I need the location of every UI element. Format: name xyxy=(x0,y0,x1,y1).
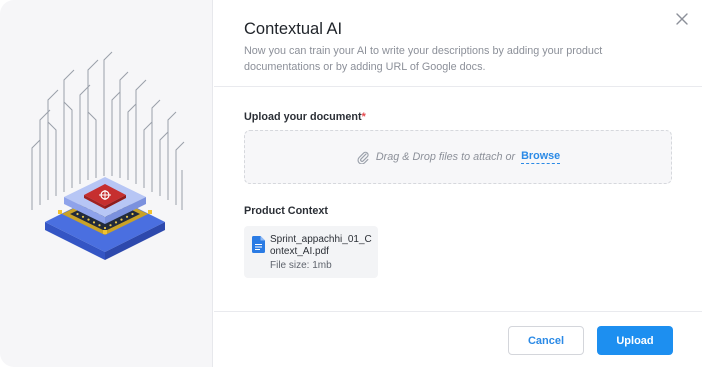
product-context-label: Product Context xyxy=(244,205,328,217)
dialog-title: Contextual AI xyxy=(244,20,343,38)
document-icon xyxy=(252,236,265,253)
file-dropzone[interactable]: Drag & Drop files to attach or Browse xyxy=(244,130,672,184)
dialog-content: Contextual AI Now you can train your AI … xyxy=(214,0,702,367)
illustration-panel xyxy=(0,0,213,367)
file-size: File size: 1mb xyxy=(270,260,332,271)
dialog-footer: Cancel Upload xyxy=(214,311,702,367)
required-marker: * xyxy=(361,111,366,123)
dropzone-content: Drag & Drop files to attach or Browse xyxy=(245,131,671,183)
upload-label-text: Upload your document xyxy=(244,111,362,123)
file-name: Sprint_appachhi_01_Context_AI.pdf xyxy=(270,234,372,257)
dropzone-text: Drag & Drop files to attach or xyxy=(375,151,516,163)
dialog-subtitle: Now you can train your AI to write your … xyxy=(244,45,603,73)
ai-chip-illustration xyxy=(31,51,185,260)
upload-document-label: Upload your document* xyxy=(244,111,366,123)
browse-link[interactable]: Browse xyxy=(521,150,561,164)
upload-button[interactable]: Upload xyxy=(597,326,673,355)
contextual-ai-dialog: Contextual AI Now you can train your AI … xyxy=(0,0,702,367)
close-icon[interactable] xyxy=(674,11,690,27)
cancel-button[interactable]: Cancel xyxy=(508,326,584,355)
dialog-header: Contextual AI Now you can train your AI … xyxy=(214,0,702,87)
paperclip-icon xyxy=(357,151,369,164)
file-card[interactable]: Sprint_appachhi_01_Context_AI.pdf File s… xyxy=(244,226,378,278)
